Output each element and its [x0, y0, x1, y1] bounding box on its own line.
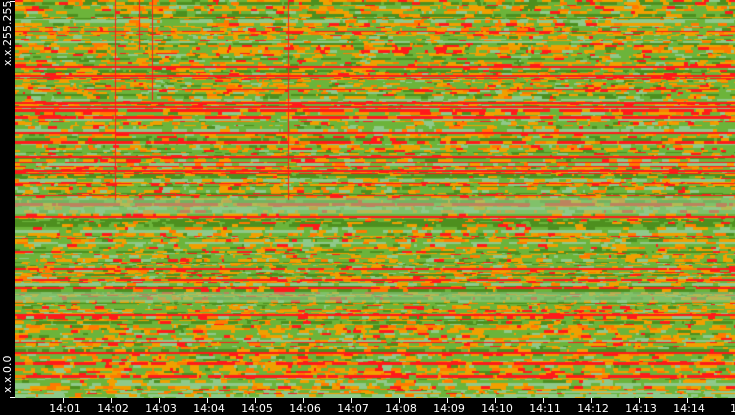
x-tick-label: 14:08: [385, 402, 417, 415]
x-axis: 14:01 14:02 14:03 14:04 14:05 14:06 14:07 14:08…: [0, 398, 735, 415]
y-tick-label-bottom: x.x.0.0: [1, 355, 14, 393]
x-tick-label: 14:04: [193, 402, 225, 415]
x-tick-label: 14:12: [577, 402, 609, 415]
x-tick-label: 14:13: [625, 402, 657, 415]
y-axis: x.x.255.255 x.x.0.0: [0, 0, 15, 398]
x-tick-label: 14: [730, 402, 735, 415]
heatmap-canvas[interactable]: [15, 0, 735, 398]
x-tick-label: 14:10: [481, 402, 513, 415]
y-tick-label-top: x.x.255.255: [1, 0, 14, 66]
x-tick-label: 14:09: [433, 402, 465, 415]
x-tick-label: 14:05: [241, 402, 273, 415]
x-tick-label: 14:11: [529, 402, 561, 415]
x-tick-label: 14:07: [337, 402, 369, 415]
x-tick-label: 14:14: [673, 402, 705, 415]
x-tick-label: 14:01: [49, 402, 81, 415]
x-tick-label: 14:03: [145, 402, 177, 415]
x-tick-label: 14:02: [97, 402, 129, 415]
x-tick-label: 14:06: [289, 402, 321, 415]
